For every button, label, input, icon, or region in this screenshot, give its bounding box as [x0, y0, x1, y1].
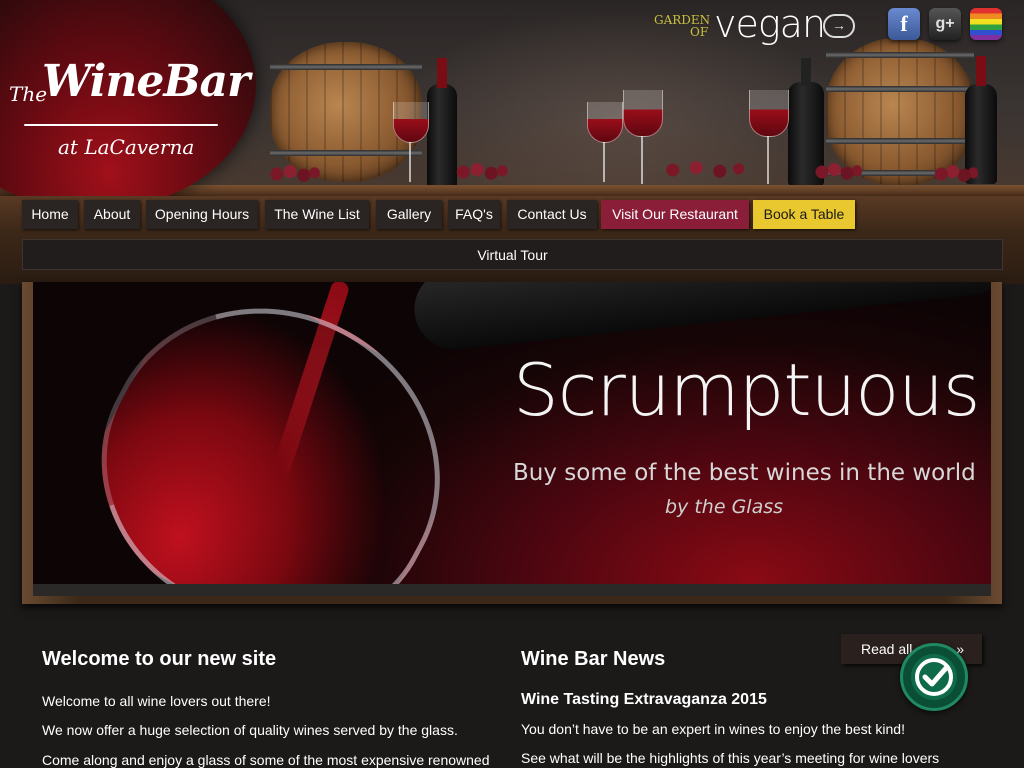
- news-paragraph: You don’t have to be an expert in wines …: [521, 721, 905, 737]
- wine-bottle-image: [410, 282, 991, 354]
- news-heading: Wine Bar News: [521, 648, 666, 670]
- banner-title: Scrumptuous: [513, 348, 980, 432]
- nav-virtual-tour[interactable]: Virtual Tour: [22, 239, 1003, 270]
- nav-wine-list[interactable]: The Wine List: [265, 200, 369, 229]
- wine-glass-image: [393, 102, 429, 143]
- grapes-image: [654, 158, 748, 182]
- arrow-right-icon[interactable]: →: [823, 14, 855, 38]
- nav-visit-restaurant[interactable]: Visit Our Restaurant: [601, 200, 749, 229]
- vegan-text: vegan: [714, 2, 826, 46]
- nav-opening-hours[interactable]: Opening Hours: [146, 200, 258, 229]
- banner-subtitle: Buy some of the best wines in the world: [513, 460, 976, 486]
- site-header: The WineBar at LaCaverna GARDEN OF vegan…: [0, 0, 1024, 196]
- grapes-image: [266, 162, 320, 186]
- of-text: OF: [690, 25, 709, 39]
- welcome-paragraph: Come along and enjoy a glass of some of …: [42, 752, 490, 768]
- wine-glass-image: [749, 90, 789, 137]
- nav-home[interactable]: Home: [22, 200, 78, 229]
- grapes-image: [452, 160, 508, 184]
- wine-glass-image: [623, 90, 663, 137]
- wine-glass-image: [587, 102, 623, 143]
- welcome-paragraph: We now offer a huge selection of quality…: [42, 722, 458, 738]
- nav-contact-us[interactable]: Contact Us: [507, 200, 597, 229]
- safety-charter-badge[interactable]: [900, 643, 968, 711]
- nav-about[interactable]: About: [84, 200, 140, 229]
- logo-main-text: WineBar: [42, 56, 250, 107]
- checkmark-icon: [915, 658, 953, 696]
- rainbow-flag-icon[interactable]: [970, 8, 1002, 40]
- welcome-heading: Welcome to our new site: [42, 648, 277, 670]
- logo-sub-text: at LaCaverna: [58, 135, 195, 159]
- google-plus-icon[interactable]: g+: [929, 8, 961, 40]
- logo-underline: [24, 124, 218, 126]
- hero-banner[interactable]: Scrumptuous Buy some of the best wines i…: [33, 282, 991, 584]
- banner-tagline: by the Glass: [665, 496, 784, 518]
- nav-faqs[interactable]: FAQ's: [448, 200, 500, 229]
- welcome-paragraph: Welcome to all wine lovers out there!: [42, 693, 271, 709]
- news-article-title[interactable]: Wine Tasting Extravaganza 2015: [521, 691, 767, 709]
- news-paragraph: See what will be the highlights of this …: [521, 750, 940, 766]
- grapes-image: [812, 160, 862, 184]
- nav-book-table[interactable]: Book a Table: [753, 200, 855, 229]
- banner-base: [33, 584, 991, 596]
- grapes-image: [932, 162, 978, 186]
- nav-gallery[interactable]: Gallery: [376, 200, 442, 229]
- facebook-icon[interactable]: f: [888, 8, 920, 40]
